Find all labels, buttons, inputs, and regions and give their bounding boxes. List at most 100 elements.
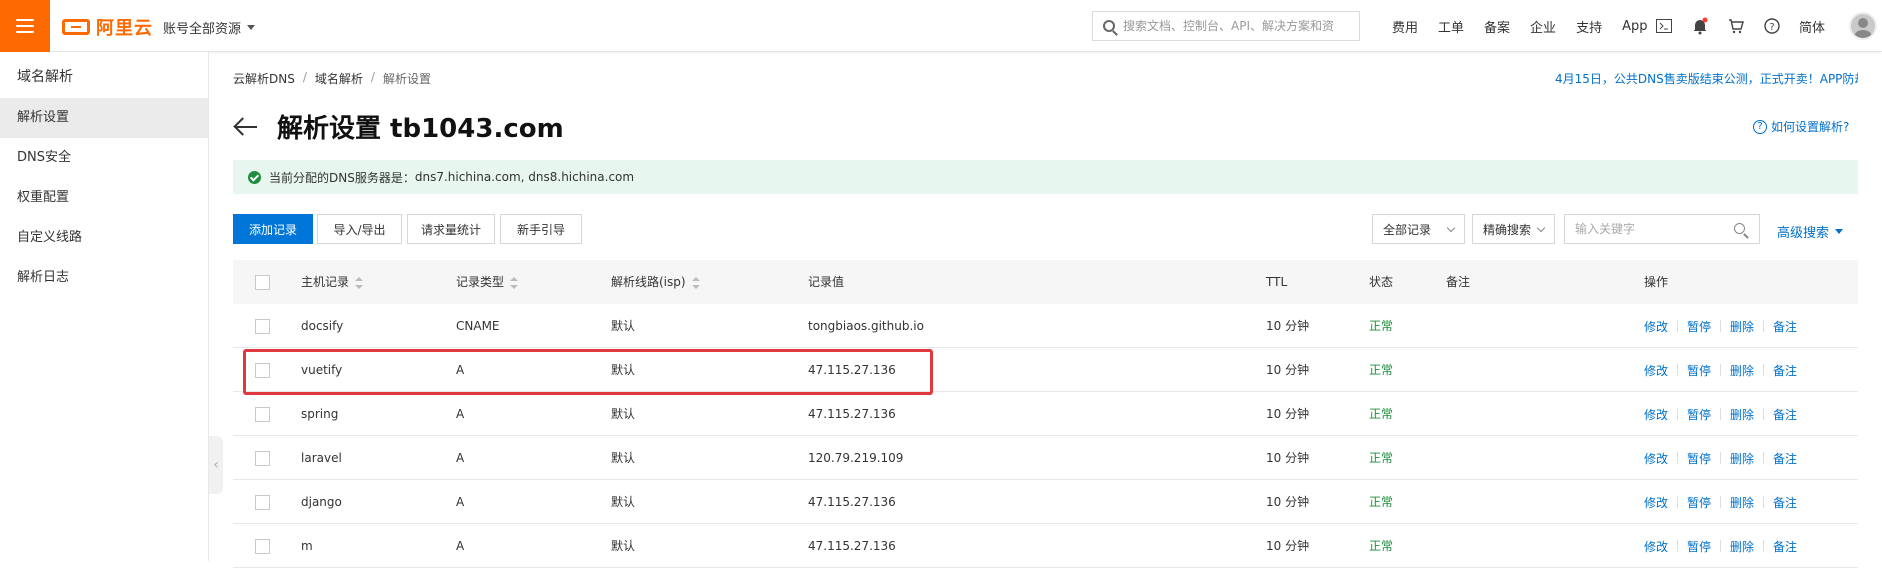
col-type[interactable]: 记录类型 <box>456 260 519 304</box>
row-value: 47.115.27.136 <box>808 539 896 553</box>
remark-link[interactable]: 备注 <box>1773 538 1797 555</box>
top-links: 费用 工单 备案 企业 支持 App <box>1392 0 1667 52</box>
import-export-button[interactable]: 导入/导出 <box>317 214 402 244</box>
delete-link[interactable]: 删除 <box>1730 406 1754 423</box>
row-ttl: 10 分钟 <box>1266 539 1310 553</box>
sidebar: 域名解析 解析设置 DNS安全 权重配置 自定义线路 解析日志 <box>0 52 209 561</box>
pause-link[interactable]: 暂停 <box>1687 318 1711 335</box>
modify-link[interactable]: 修改 <box>1644 494 1668 511</box>
remark-link[interactable]: 备注 <box>1773 318 1797 335</box>
col-host[interactable]: 主机记录 <box>301 260 364 304</box>
request-stats-button[interactable]: 请求量统计 <box>407 214 495 244</box>
top-icons: ? 简体 <box>1655 0 1878 52</box>
remark-link[interactable]: 备注 <box>1773 450 1797 467</box>
cart-icon[interactable] <box>1727 17 1745 35</box>
row-checkbox[interactable] <box>255 539 270 554</box>
modify-link[interactable]: 修改 <box>1644 406 1668 423</box>
delete-link[interactable]: 删除 <box>1730 362 1754 379</box>
newbie-guide-button[interactable]: 新手引导 <box>500 214 582 244</box>
breadcrumb-item-cloud-dns[interactable]: 云解析DNS <box>233 70 295 87</box>
row-checkbox[interactable] <box>255 451 270 466</box>
col-line[interactable]: 解析线路(isp) <box>611 260 700 304</box>
language-switch[interactable]: 简体 <box>1799 17 1825 36</box>
record-filter-value: 全部记录 <box>1383 222 1432 237</box>
top-link-ticket[interactable]: 工单 <box>1438 17 1464 36</box>
avatar[interactable] <box>1849 12 1878 40</box>
sort-icon[interactable] <box>691 276 700 289</box>
pause-link[interactable]: 暂停 <box>1687 538 1711 555</box>
sidebar-item-resolve-settings[interactable]: 解析设置 <box>0 98 208 138</box>
global-search[interactable] <box>1092 11 1360 41</box>
row-checkbox[interactable] <box>255 495 270 510</box>
remark-link[interactable]: 备注 <box>1773 362 1797 379</box>
sidebar-item-dns-security[interactable]: DNS安全 <box>0 138 208 178</box>
help-link[interactable]: ? 如何设置解析? <box>1753 118 1849 135</box>
row-value: 47.115.27.136 <box>808 363 896 377</box>
remark-link[interactable]: 备注 <box>1773 494 1797 511</box>
row-type: A <box>456 539 465 553</box>
row-host: docsify <box>301 319 344 333</box>
bell-icon[interactable] <box>1691 17 1709 35</box>
pause-link[interactable]: 暂停 <box>1687 406 1711 423</box>
divider <box>1677 452 1679 464</box>
pause-link[interactable]: 暂停 <box>1687 450 1711 467</box>
table-row: m A 默认 47.115.27.136 10 分钟 正常 修改 暂停 删除 备注 <box>233 524 1858 568</box>
table-row: spring A 默认 47.115.27.136 10 分钟 正常 修改 暂停 删除 备注 <box>233 392 1858 436</box>
global-search-input[interactable] <box>1123 19 1348 33</box>
top-link-enterprise[interactable]: 企业 <box>1530 17 1556 36</box>
row-checkbox[interactable] <box>255 363 270 378</box>
select-all-checkbox[interactable] <box>255 275 270 290</box>
terminal-icon[interactable] <box>1655 17 1673 35</box>
menu-button[interactable] <box>0 0 50 52</box>
modify-link[interactable]: 修改 <box>1644 362 1668 379</box>
row-host: vuetify <box>301 363 343 377</box>
delete-link[interactable]: 删除 <box>1730 538 1754 555</box>
row-checkbox[interactable] <box>255 319 270 334</box>
aliyun-logo[interactable]: 阿里云 <box>62 14 153 40</box>
divider <box>1677 320 1679 332</box>
divider <box>1720 496 1722 508</box>
delete-link[interactable]: 删除 <box>1730 318 1754 335</box>
announcement-link[interactable]: 4月15日，公共DNS售卖版结束公测，正式开卖！APP防劫持 <box>1555 70 1858 87</box>
modify-link[interactable]: 修改 <box>1644 450 1668 467</box>
sidebar-item-custom-line[interactable]: 自定义线路 <box>0 218 208 258</box>
top-link-icp[interactable]: 备案 <box>1484 17 1510 36</box>
sort-icon[interactable] <box>510 276 519 289</box>
question-icon: ? <box>1753 119 1767 134</box>
row-checkbox[interactable] <box>255 407 270 422</box>
table-row: django A 默认 47.115.27.136 10 分钟 正常 修改 暂停 删除 备注 <box>233 480 1858 524</box>
remark-link[interactable]: 备注 <box>1773 406 1797 423</box>
pause-link[interactable]: 暂停 <box>1687 362 1711 379</box>
delete-link[interactable]: 删除 <box>1730 450 1754 467</box>
modify-link[interactable]: 修改 <box>1644 538 1668 555</box>
sidebar-title[interactable]: 域名解析 <box>0 52 208 98</box>
table-body: docsify CNAME 默认 tongbiaos.github.io 10 分钟 正常… <box>233 304 1858 568</box>
top-link-app[interactable]: App <box>1622 19 1647 34</box>
advanced-search-toggle[interactable]: 高级搜索 <box>1777 222 1844 241</box>
help-icon[interactable]: ? <box>1763 17 1781 35</box>
back-arrow-icon[interactable] <box>233 115 257 139</box>
top-link-fees[interactable]: 费用 <box>1392 17 1418 36</box>
sidebar-item-resolve-log[interactable]: 解析日志 <box>0 258 208 298</box>
row-status: 正常 <box>1369 407 1394 421</box>
account-resources-dropdown[interactable]: 账号全部资源 <box>163 18 256 37</box>
record-filter-select[interactable]: 全部记录 <box>1372 214 1465 244</box>
sort-icon[interactable] <box>355 276 364 289</box>
pause-link[interactable]: 暂停 <box>1687 494 1711 511</box>
divider <box>1763 320 1765 332</box>
row-host: laravel <box>301 451 342 465</box>
top-link-support[interactable]: 支持 <box>1576 17 1602 36</box>
breadcrumb-item-domain-resolve[interactable]: 域名解析 <box>315 70 363 87</box>
divider <box>1677 364 1679 376</box>
keyword-search[interactable] <box>1564 214 1760 244</box>
search-mode-select[interactable]: 精确搜索 <box>1472 214 1555 244</box>
modify-link[interactable]: 修改 <box>1644 318 1668 335</box>
sidebar-item-weight-config[interactable]: 权重配置 <box>0 178 208 218</box>
add-record-button[interactable]: 添加记录 <box>233 214 313 244</box>
sidebar-collapse-handle[interactable]: ‹ <box>209 436 223 494</box>
delete-link[interactable]: 删除 <box>1730 494 1754 511</box>
keyword-input[interactable] <box>1575 222 1725 236</box>
divider <box>1763 408 1765 420</box>
row-status: 正常 <box>1369 495 1394 509</box>
search-icon[interactable] <box>1734 223 1745 234</box>
